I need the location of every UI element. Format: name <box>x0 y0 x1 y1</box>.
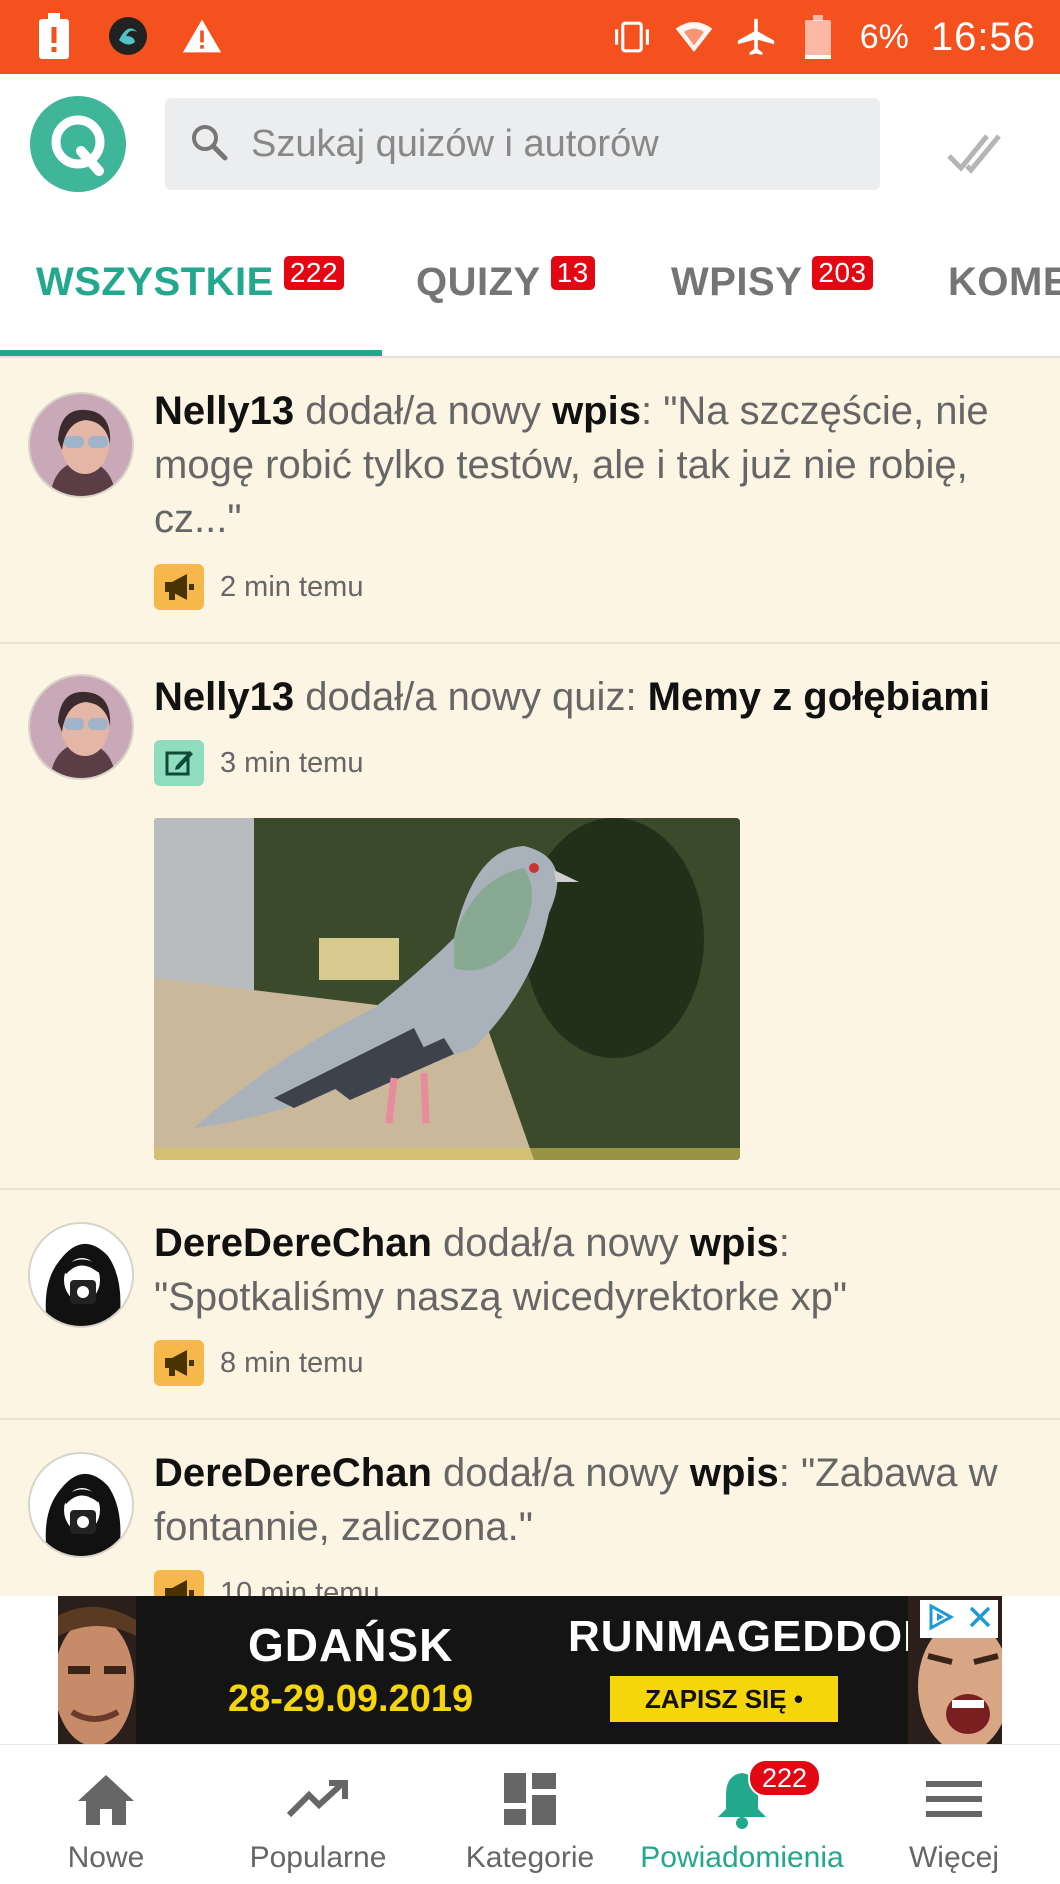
tab-count-badge: 203 <box>812 256 873 290</box>
edit-icon <box>154 740 204 786</box>
avatar[interactable] <box>28 1222 134 1328</box>
tab-count-badge: 222 <box>283 256 345 290</box>
item-meta: 10 min temu <box>154 1570 380 1596</box>
tab-wpisy[interactable]: WPISY 203 <box>671 256 873 305</box>
warning-icon <box>182 12 222 60</box>
user-name[interactable]: DereDereChan <box>154 1451 432 1495</box>
grid-icon <box>498 1767 562 1831</box>
tab-label: WPISY <box>671 260 803 304</box>
timestamp: 2 min temu <box>220 570 364 603</box>
ad-city: GDAŃSK <box>248 1619 454 1671</box>
notification-feed[interactable]: Nelly13 dodał/a nowy wpis: "Na szczęście… <box>0 358 1060 1596</box>
avatar[interactable] <box>28 1452 134 1558</box>
active-tab-indicator <box>0 350 382 356</box>
avatar[interactable] <box>28 674 134 780</box>
megaphone-icon <box>154 564 204 610</box>
close-icon[interactable] <box>968 1605 992 1634</box>
nav-label: Kategorie <box>465 1841 595 1874</box>
battery-alert-icon <box>34 12 74 60</box>
tab-quizy[interactable]: QUIZY 13 <box>416 256 595 305</box>
ad-date: 28-29.09.2019 <box>228 1678 474 1720</box>
megaphone-icon <box>154 1570 204 1596</box>
nav-kategorie[interactable]: Kategorie <box>424 1745 636 1884</box>
nav-label: Popularne <box>249 1841 387 1874</box>
avatar[interactable] <box>28 392 134 498</box>
timestamp: 10 min temu <box>220 1576 380 1597</box>
nav-label: Nowe <box>67 1841 145 1874</box>
adchoices-icon[interactable] <box>927 1602 955 1636</box>
ad-face-image <box>58 1596 136 1744</box>
nav-popularne[interactable]: Popularne <box>212 1745 424 1884</box>
item-text: Nelly13 dodał/a nowy wpis: "Na szczęście… <box>154 389 989 541</box>
ad-cta-button[interactable]: ZAPISZ SIĘ • <box>610 1676 838 1722</box>
app-icon <box>108 12 148 60</box>
search-placeholder: Szukaj quizów i autorów <box>251 122 659 165</box>
bottom-navigation: Nowe Popularne Kategorie 222 Powiadomien… <box>0 1744 1060 1884</box>
timestamp: 8 min temu <box>220 1346 364 1379</box>
nav-nowe[interactable]: Nowe <box>0 1745 212 1884</box>
timestamp: 3 min temu <box>220 746 364 779</box>
app-header: Szukaj quizów i autorów <box>0 74 1060 216</box>
megaphone-icon <box>154 1340 204 1386</box>
notification-count-badge: 222 <box>748 1759 822 1797</box>
item-text: Nelly13 dodał/a nowy quiz: Memy z gołębi… <box>154 675 990 719</box>
mark-all-read-icon[interactable] <box>945 122 1003 180</box>
battery-icon <box>798 13 838 61</box>
wifi-icon <box>674 13 714 61</box>
quiz-thumbnail[interactable] <box>154 818 740 1160</box>
airplane-icon <box>736 13 776 61</box>
tab-label: WSZYSTKIE <box>36 260 274 304</box>
item-meta: 8 min temu <box>154 1340 363 1386</box>
item-text: DereDereChan dodał/a nowy wpis: "Spotkal… <box>154 1221 848 1319</box>
list-item[interactable]: Nelly13 dodał/a nowy wpis: "Na szczęście… <box>0 358 1060 644</box>
search-icon <box>189 122 229 167</box>
item-meta: 2 min temu <box>154 564 363 610</box>
search-input[interactable]: Szukaj quizów i autorów <box>165 98 880 190</box>
user-name[interactable]: Nelly13 <box>154 389 294 433</box>
app-logo[interactable] <box>30 96 126 192</box>
nav-label: Więcej <box>908 1841 999 1874</box>
battery-percent: 6% <box>859 17 909 56</box>
list-item[interactable]: DereDereChan dodał/a nowy wpis: "Zabawa … <box>0 1420 1060 1596</box>
user-name[interactable]: DereDereChan <box>154 1221 432 1265</box>
tab-komentarze[interactable]: KOME <box>948 260 1060 305</box>
list-item[interactable]: DereDereChan dodał/a nowy wpis: "Spotkal… <box>0 1190 1060 1420</box>
nav-powiadomienia[interactable]: 222 Powiadomienia <box>636 1745 848 1884</box>
trending-icon <box>286 1767 350 1831</box>
ad-banner[interactable]: GDAŃSK 28-29.09.2019 RUNMAGEDDON ZAPISZ … <box>58 1596 1002 1744</box>
filter-tabs: WSZYSTKIE 222 QUIZY 13 WPISY 203 KOME <box>0 216 1060 358</box>
bell-icon: 222 <box>710 1759 822 1831</box>
ad-close-button[interactable] <box>920 1600 998 1638</box>
nav-wiecej[interactable]: Więcej <box>848 1745 1060 1884</box>
tab-wszystkie[interactable]: WSZYSTKIE 222 <box>36 256 345 305</box>
menu-icon <box>922 1767 986 1831</box>
nav-label: Powiadomienia <box>640 1841 844 1874</box>
vibrate-icon <box>612 13 652 61</box>
tab-count-badge: 13 <box>550 256 595 290</box>
item-meta: 3 min temu <box>154 740 363 786</box>
quiz-title[interactable]: Memy z gołębiami <box>648 675 990 719</box>
item-text: DereDereChan dodał/a nowy wpis: "Zabawa … <box>154 1451 998 1549</box>
tab-label: QUIZY <box>416 260 541 304</box>
user-name[interactable]: Nelly13 <box>154 675 294 719</box>
tab-label: KOME <box>948 260 1060 304</box>
ad-brand: RUNMAGEDDON <box>568 1612 936 1661</box>
clock: 16:56 <box>930 14 1036 59</box>
status-bar: 6% 16:56 <box>0 0 1060 74</box>
home-icon <box>74 1767 138 1831</box>
list-item[interactable]: Nelly13 dodał/a nowy quiz: Memy z gołębi… <box>0 644 1060 1190</box>
